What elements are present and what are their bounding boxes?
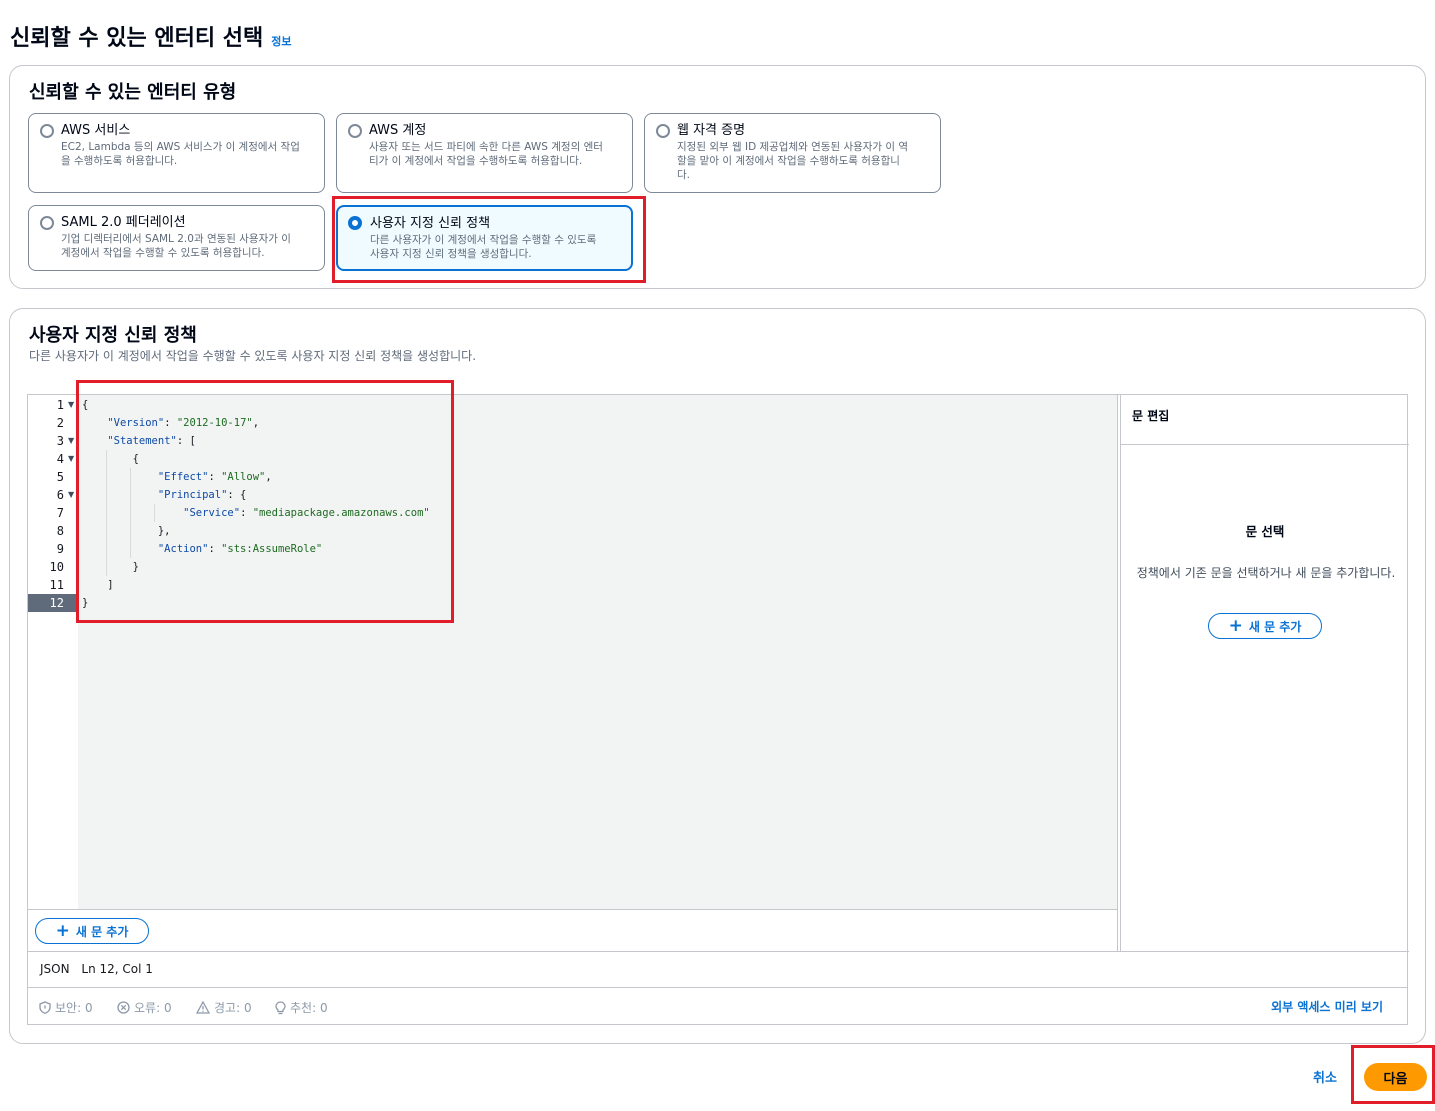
option-label: 웹 자격 증명	[677, 123, 746, 138]
side-add-statement-button[interactable]: + 새 문 추가	[1208, 613, 1322, 639]
status-language: JSON	[40, 962, 70, 976]
code-line: },	[157, 525, 171, 537]
code-line: "Effect": "Allow",	[157, 471, 272, 483]
option-desc: 사용자 또는 서드 파티에 속한 다른 AWS 계정의 엔터 티가 이 계정에서…	[369, 141, 603, 167]
edit-statement-title: 문 편집	[1132, 409, 1170, 423]
line-number: 9	[56, 542, 64, 556]
entity-type-title: 신뢰할 수 있는 엔터티 유형	[29, 82, 237, 103]
code-line: }	[132, 561, 139, 573]
code-line: "Service": "mediapackage.amazonaws.com"	[183, 507, 430, 519]
splitter-handle[interactable]	[1117, 395, 1121, 952]
radio-icon[interactable]	[656, 124, 670, 138]
code-line: "Principal": {	[157, 489, 247, 501]
code-line: {	[82, 399, 89, 411]
radio-icon[interactable]	[40, 216, 54, 230]
policy-checks-bar: 보안: 0 오류: 0 경고: 0 추천: 0 외부 액세스 미리 보기	[27, 988, 1408, 1025]
radio-icon[interactable]	[348, 124, 362, 138]
fold-arrow-icon[interactable]: ▼	[68, 450, 74, 468]
line-number: 2	[56, 416, 64, 430]
custom-policy-title: 사용자 지정 신뢰 정책	[29, 325, 197, 346]
option-saml-federation[interactable]: SAML 2.0 페더레이션 기업 디렉터리에서 SAML 2.0과 연동된 사…	[28, 205, 325, 271]
option-desc: 기업 디렉터리에서 SAML 2.0과 연동된 사용자가 이 계정에서 작업을 …	[61, 233, 291, 259]
line-number: 11	[49, 578, 64, 592]
line-number: 7	[56, 506, 64, 520]
info-link[interactable]: 정보	[271, 33, 291, 49]
code-line: {	[132, 453, 139, 465]
warnings-check[interactable]: 경고: 0	[196, 999, 252, 1016]
select-statement-desc: 정책에서 기존 문을 선택하거나 새 문을 추가합니다.	[1136, 566, 1396, 580]
option-label: AWS 서비스	[61, 123, 131, 138]
option-web-identity[interactable]: 웹 자격 증명 지정된 외부 웹 ID 제공업체와 연동된 사용자가 이 역 할…	[644, 113, 941, 193]
suggestions-check[interactable]: 추천: 0	[275, 999, 328, 1016]
option-label: SAML 2.0 페더레이션	[61, 215, 186, 230]
plus-icon: +	[55, 920, 70, 941]
fold-arrow-icon[interactable]: ▼	[68, 432, 74, 450]
code-line: "Action": "sts:AssumeRole"	[157, 543, 323, 555]
add-statement-button[interactable]: + 새 문 추가	[35, 918, 149, 944]
external-access-preview-link[interactable]: 외부 액세스 미리 보기	[1271, 998, 1383, 1015]
next-button[interactable]: 다음	[1364, 1063, 1427, 1091]
option-custom-trust-policy[interactable]: 사용자 지정 신뢰 정책 다른 사용자가 이 계정에서 작업을 수행할 수 있도…	[336, 205, 633, 271]
page-title: 신뢰할 수 있는 엔터티 선택	[10, 26, 264, 51]
option-aws-account[interactable]: AWS 계정 사용자 또는 서드 파티에 속한 다른 AWS 계정의 엔터 티가…	[336, 113, 633, 193]
page-header: 신뢰할 수 있는 엔터티 선택 정보	[10, 20, 292, 52]
option-desc: 지정된 외부 웹 ID 제공업체와 연동된 사용자가 이 역 할을 맡아 이 계…	[677, 141, 909, 181]
line-number: 10	[49, 560, 64, 574]
cancel-button[interactable]: 취소	[1313, 1067, 1337, 1086]
code-area[interactable]: { "Version": "2012-10-17", "Statement": …	[78, 395, 1117, 910]
option-desc: 다른 사용자가 이 계정에서 작업을 수행할 수 있도록 사용자 지정 신뢰 정…	[370, 234, 597, 260]
code-line: "Version": "2012-10-17",	[107, 417, 260, 429]
warning-icon	[196, 1001, 210, 1014]
lightbulb-icon	[275, 1000, 286, 1014]
select-statement-title: 문 선택	[1245, 524, 1285, 539]
option-label: 사용자 지정 신뢰 정책	[370, 216, 491, 231]
line-gutter: 1 2 3 4 5 6 7 8 9 10 11 12 ▼ ▼ ▼ ▼	[28, 395, 78, 910]
error-icon	[117, 1001, 130, 1014]
radio-selected-icon[interactable]	[348, 216, 362, 230]
entity-type-panel: 신뢰할 수 있는 엔터티 유형 AWS 서비스 EC2, Lambda 등의 A…	[9, 65, 1426, 289]
status-position: Ln 12, Col 1	[81, 962, 153, 976]
fold-arrow-icon[interactable]: ▼	[68, 486, 74, 504]
line-number: 8	[56, 524, 64, 538]
code-line: "Statement": [	[107, 435, 196, 447]
errors-check[interactable]: 오류: 0	[117, 999, 172, 1016]
plus-icon: +	[1228, 615, 1243, 636]
code-line: ]	[107, 579, 114, 591]
security-check[interactable]: 보안: 0	[39, 999, 93, 1016]
shield-icon	[39, 1001, 51, 1014]
editor-status-bar: JSON Ln 12, Col 1	[40, 962, 161, 976]
option-desc: EC2, Lambda 등의 AWS 서비스가 이 계정에서 작업 을 수행하도…	[61, 141, 300, 167]
policy-editor: 1 2 3 4 5 6 7 8 9 10 11 12 ▼ ▼ ▼ ▼ { "Ve…	[27, 394, 1409, 988]
code-line: }	[82, 597, 89, 609]
fold-arrow-icon[interactable]: ▼	[68, 396, 74, 414]
option-label: AWS 계정	[369, 123, 427, 138]
line-number-active: 12	[28, 594, 78, 612]
custom-policy-description: 다른 사용자가 이 계정에서 작업을 수행할 수 있도록 사용자 지정 신뢰 정…	[29, 349, 477, 363]
option-aws-service[interactable]: AWS 서비스 EC2, Lambda 등의 AWS 서비스가 이 계정에서 작…	[28, 113, 325, 193]
line-number: 5	[56, 470, 64, 484]
radio-icon[interactable]	[40, 124, 54, 138]
